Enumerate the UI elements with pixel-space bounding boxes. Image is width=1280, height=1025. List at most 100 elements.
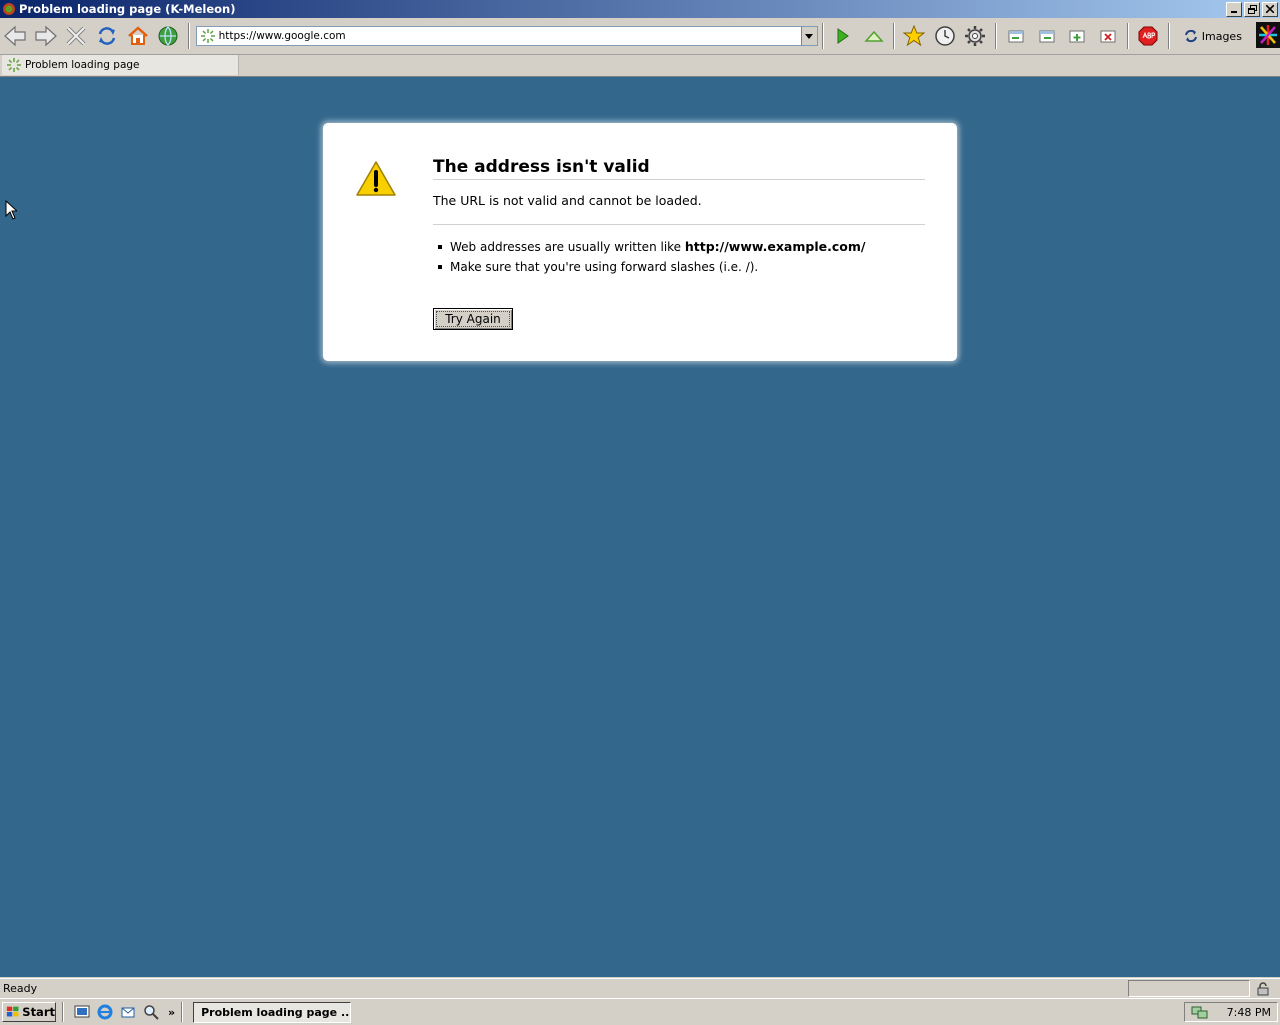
toolbar-separator	[893, 23, 895, 49]
toolbar-separator	[187, 23, 190, 49]
previous-window-button[interactable]	[1003, 23, 1029, 49]
throbber-icon	[1255, 21, 1280, 48]
up-arrow-icon	[864, 30, 884, 42]
window-close-icon	[1100, 30, 1116, 43]
taskbar: Start » Problem loading page ... 7:48 PM	[0, 998, 1280, 1025]
windows-logo-icon	[6, 1006, 19, 1017]
home-icon	[127, 26, 148, 45]
images-refresh-icon	[1184, 29, 1197, 43]
taskbar-item-label: Problem loading page ...	[201, 1005, 352, 1019]
close-icon	[1266, 5, 1274, 13]
system-tray: 7:48 PM	[1184, 1002, 1278, 1022]
restore-button[interactable]	[1244, 1, 1260, 17]
status-pane	[1128, 980, 1250, 997]
ql-show-desktop[interactable]	[74, 1004, 90, 1020]
quick-launch-overflow-chevron-icon[interactable]: »	[168, 1006, 175, 1019]
hint-item: Make sure that you're using forward slas…	[433, 259, 865, 279]
navigation-toolbar: Images	[0, 18, 1280, 55]
loading-favicon-icon	[7, 58, 21, 72]
title-bar: Problem loading page (K-Meleon)	[0, 0, 1280, 18]
forward-arrow-icon	[35, 25, 57, 47]
status-text: Ready	[3, 982, 38, 995]
clock[interactable]: 7:48 PM	[1227, 1006, 1271, 1019]
toolbar-separator	[821, 23, 824, 49]
home-button[interactable]	[125, 23, 151, 49]
error-description: The URL is not valid and cannot be loade…	[433, 193, 925, 225]
start-label: Start	[22, 1005, 55, 1019]
mouse-cursor-icon	[5, 200, 17, 220]
start-button[interactable]: Start	[2, 1002, 56, 1022]
toolbar-separator	[994, 23, 997, 49]
window-next-icon	[1039, 30, 1055, 43]
new-window-button[interactable]	[1064, 23, 1090, 49]
url-input[interactable]	[218, 28, 801, 44]
globe-icon	[158, 26, 178, 46]
adblock-button[interactable]	[1136, 23, 1162, 49]
stop-button[interactable]	[64, 23, 90, 49]
error-title: The address isn't valid	[433, 157, 925, 180]
minimize-icon	[1231, 11, 1237, 13]
hint-text: Make sure that you're using forward slas…	[450, 260, 759, 274]
adblock-stop-icon	[1138, 26, 1158, 46]
images-toggle-button[interactable]: Images	[1184, 29, 1242, 43]
tab-bar: Problem loading page	[0, 55, 1280, 77]
outlook-icon	[121, 1007, 135, 1018]
taskbar-separator	[62, 1002, 64, 1022]
close-button[interactable]	[1262, 1, 1278, 17]
tab-problem-loading-page[interactable]: Problem loading page	[2, 55, 239, 75]
error-hints-list: Web addresses are usually written like h…	[433, 239, 865, 279]
quick-launch: »	[74, 1004, 175, 1020]
reload-icon	[98, 27, 116, 45]
internet-explorer-icon	[97, 1004, 113, 1020]
images-label: Images	[1201, 29, 1242, 43]
network-tray-icon[interactable]	[1191, 1004, 1209, 1020]
preferences-button[interactable]	[963, 23, 989, 49]
ql-internet-explorer[interactable]	[97, 1004, 113, 1020]
back-arrow-icon	[4, 25, 26, 47]
chevron-down-icon	[805, 33, 814, 39]
throbber	[1255, 21, 1280, 51]
minimize-button[interactable]	[1226, 1, 1242, 17]
up-button[interactable]	[861, 23, 887, 49]
taskbar-separator	[181, 1002, 184, 1022]
toolbar-separator	[1127, 23, 1130, 49]
search-icon	[144, 1005, 159, 1020]
window-new-icon	[1069, 30, 1085, 43]
ql-search[interactable]	[143, 1004, 159, 1020]
url-bar[interactable]	[195, 26, 818, 46]
gear-icon	[965, 26, 986, 46]
url-history-dropdown[interactable]	[800, 27, 817, 45]
back-button[interactable]	[3, 23, 29, 49]
hint-text: Web addresses are usually written like	[450, 240, 685, 254]
k-meleon-app-icon	[3, 3, 15, 15]
star-icon	[903, 25, 926, 47]
warning-icon	[356, 161, 396, 196]
security-lock-icon[interactable]	[1256, 981, 1270, 996]
tab-label: Problem loading page	[25, 59, 140, 71]
show-desktop-icon	[74, 1005, 90, 1018]
ql-outlook[interactable]	[120, 1004, 136, 1020]
error-box: The address isn't valid The URL is not v…	[323, 123, 957, 361]
stop-x-icon	[67, 26, 86, 46]
window-prev-icon	[1008, 30, 1024, 43]
window-title: Problem loading page (K-Meleon)	[19, 2, 236, 16]
hint-item: Web addresses are usually written like h…	[433, 239, 865, 259]
history-button[interactable]	[932, 23, 958, 49]
reload-button[interactable]	[94, 23, 120, 49]
go-button[interactable]	[830, 23, 856, 49]
bookmarks-button[interactable]	[902, 23, 928, 49]
loading-favicon-icon	[200, 29, 215, 43]
close-window-button[interactable]	[1095, 23, 1121, 49]
clock-icon	[935, 26, 955, 46]
example-url: http://www.example.com/	[684, 239, 866, 254]
globe-button[interactable]	[155, 23, 181, 49]
forward-button[interactable]	[33, 23, 59, 49]
toolbar-separator	[1167, 23, 1170, 49]
try-again-button[interactable]: Try Again	[433, 308, 513, 330]
taskbar-item-k-meleon[interactable]: Problem loading page ...	[193, 1001, 352, 1023]
status-bar: Ready	[0, 978, 1280, 998]
next-window-button[interactable]	[1034, 23, 1060, 49]
go-play-icon	[837, 28, 849, 44]
page-content: The address isn't valid The URL is not v…	[0, 77, 1280, 977]
restore-icon	[1247, 4, 1257, 14]
